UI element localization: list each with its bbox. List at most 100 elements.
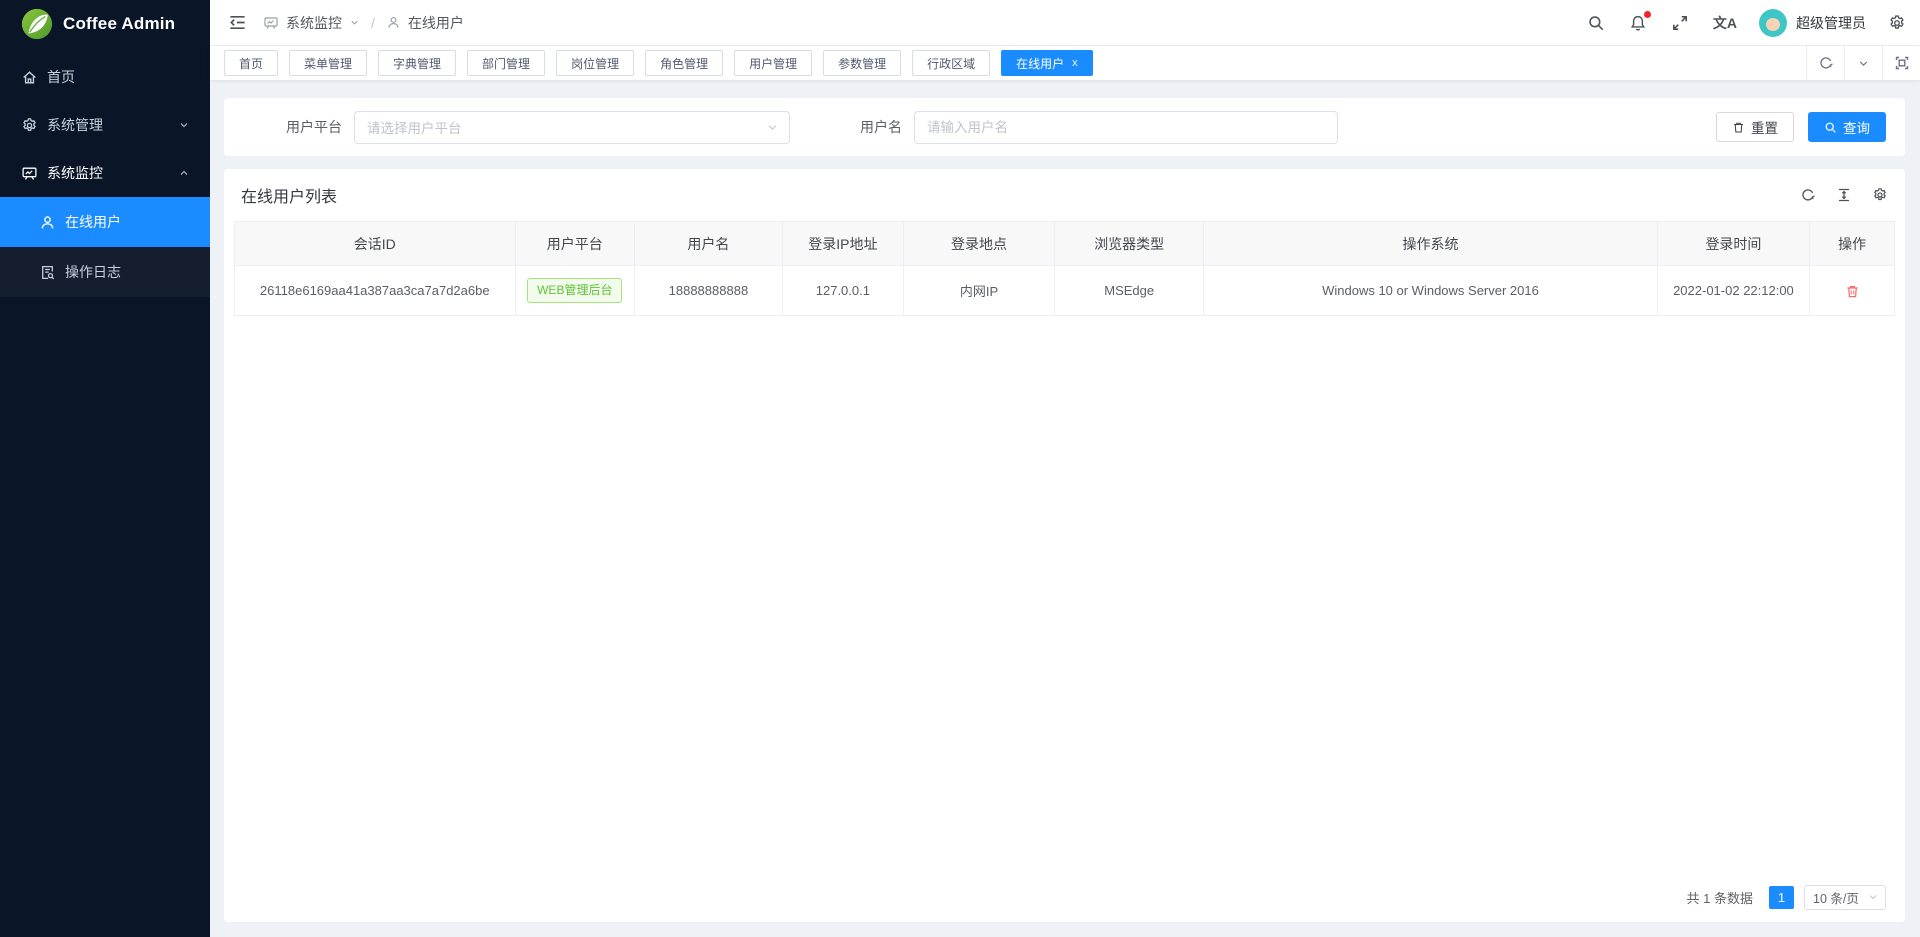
collapse-sidebar-icon[interactable] bbox=[228, 13, 247, 32]
sidebar-menu: 首页 系统管理 系统监控 bbox=[0, 48, 210, 297]
platform-select-placeholder: 请选择用户平台 bbox=[367, 117, 766, 137]
chevron-down-icon bbox=[178, 119, 190, 131]
chevron-down-icon[interactable] bbox=[1844, 46, 1882, 80]
table-row: 26118e6169aa41a387aa3ca7a7d2a6be WEB管理后台… bbox=[235, 266, 1895, 316]
platform-label: 用户平台 bbox=[286, 117, 342, 137]
content-fullscreen-icon[interactable] bbox=[1882, 46, 1920, 80]
sidebar-item-label: 操作日志 bbox=[65, 262, 121, 282]
tab-user-management[interactable]: 用户管理 bbox=[734, 50, 812, 76]
user-menu[interactable]: 超级管理员 bbox=[1759, 9, 1866, 37]
sidebar-item-operation-logs[interactable]: 操作日志 bbox=[0, 247, 210, 297]
translate-icon[interactable]: 文A bbox=[1713, 13, 1737, 33]
platform-tag: WEB管理后台 bbox=[527, 278, 622, 302]
username-label: 用户名 bbox=[860, 117, 902, 137]
col-location: 登录地点 bbox=[903, 222, 1054, 266]
refresh-icon[interactable] bbox=[1806, 46, 1844, 80]
delete-trash-icon[interactable] bbox=[1845, 284, 1860, 299]
sidebar-item-label: 首页 bbox=[47, 67, 75, 87]
column-settings-gear-icon[interactable] bbox=[1872, 187, 1888, 203]
tab-post-management[interactable]: 岗位管理 bbox=[556, 50, 634, 76]
refresh-icon[interactable] bbox=[1800, 187, 1816, 203]
col-username: 用户名 bbox=[635, 222, 783, 266]
settings-gear-icon[interactable] bbox=[1888, 14, 1906, 32]
topbar: 系统监控 / 在线用户 bbox=[210, 0, 1920, 46]
app-logo[interactable]: Coffee Admin bbox=[0, 0, 210, 48]
tab-online-users[interactable]: 在线用户 x bbox=[1001, 50, 1093, 76]
search-button[interactable]: 查询 bbox=[1808, 112, 1886, 142]
search-icon[interactable] bbox=[1587, 14, 1605, 32]
card-header: 在线用户列表 bbox=[224, 169, 1905, 221]
online-users-card: 在线用户列表 bbox=[224, 169, 1905, 922]
chevron-down-icon bbox=[1867, 891, 1879, 903]
user-icon bbox=[38, 213, 56, 231]
user-name: 超级管理员 bbox=[1796, 13, 1866, 33]
pagination-total: 共 1 条数据 bbox=[1687, 888, 1753, 907]
avatar[interactable] bbox=[1759, 9, 1787, 37]
tab-dept-management[interactable]: 部门管理 bbox=[467, 50, 545, 76]
pagination: 共 1 条数据 1 10 条/页 bbox=[224, 872, 1905, 922]
sidebar-item-system-monitor[interactable]: 系统监控 bbox=[0, 149, 210, 197]
col-ip: 登录IP地址 bbox=[782, 222, 903, 266]
card-title: 在线用户列表 bbox=[241, 183, 337, 207]
home-icon bbox=[20, 68, 38, 86]
leaf-logo-icon bbox=[21, 8, 53, 40]
tab-menu-management[interactable]: 菜单管理 bbox=[289, 50, 367, 76]
tabs-toolbar bbox=[1806, 46, 1920, 80]
col-browser: 浏览器类型 bbox=[1055, 222, 1204, 266]
cell-login-time: 2022-01-02 22:12:00 bbox=[1657, 266, 1810, 316]
tab-param-management[interactable]: 参数管理 bbox=[823, 50, 901, 76]
sidebar-item-system-management[interactable]: 系统管理 bbox=[0, 101, 210, 149]
cell-actions bbox=[1810, 266, 1895, 316]
page-size-value: 10 条/页 bbox=[1813, 888, 1859, 907]
cell-ip: 127.0.0.1 bbox=[782, 266, 903, 316]
tab-home[interactable]: 首页 bbox=[224, 50, 278, 76]
sidebar-item-home[interactable]: 首页 bbox=[0, 53, 210, 101]
col-login-time: 登录时间 bbox=[1657, 222, 1810, 266]
filter-panel: 用户平台 请选择用户平台 用户名 重置 bbox=[224, 98, 1905, 156]
sidebar-item-label: 系统监控 bbox=[47, 163, 103, 183]
app-title: Coffee Admin bbox=[63, 14, 175, 34]
row-height-icon[interactable] bbox=[1836, 187, 1852, 203]
platform-select[interactable]: 请选择用户平台 bbox=[354, 111, 790, 144]
content-area: 用户平台 请选择用户平台 用户名 重置 bbox=[210, 80, 1920, 937]
breadcrumb-separator: / bbox=[371, 15, 375, 31]
breadcrumb: 系统监控 / 在线用户 bbox=[263, 13, 464, 33]
cell-platform: WEB管理后台 bbox=[515, 266, 635, 316]
breadcrumb-item[interactable]: 系统监控 bbox=[286, 13, 342, 33]
sidebar-item-label: 在线用户 bbox=[65, 212, 121, 232]
main-area: 系统监控 / 在线用户 bbox=[210, 0, 1920, 937]
sidebar-item-online-users[interactable]: 在线用户 bbox=[0, 197, 210, 247]
cell-os: Windows 10 or Windows Server 2016 bbox=[1204, 266, 1657, 316]
tab-dict-management[interactable]: 字典管理 bbox=[378, 50, 456, 76]
col-platform: 用户平台 bbox=[515, 222, 635, 266]
tabs-bar: 首页 菜单管理 字典管理 部门管理 岗位管理 角色管理 用户管理 参数管理 行政… bbox=[210, 46, 1920, 80]
notification-bell-icon[interactable] bbox=[1629, 14, 1647, 32]
app-root: Coffee Admin 首页 系统管理 bbox=[0, 0, 1920, 937]
monitor-icon bbox=[20, 164, 38, 182]
chevron-up-icon bbox=[178, 167, 190, 179]
reset-button[interactable]: 重置 bbox=[1716, 112, 1794, 142]
tab-close-icon[interactable]: x bbox=[1072, 58, 1078, 69]
sidebar-submenu: 在线用户 操作日志 bbox=[0, 197, 210, 297]
page-size-select[interactable]: 10 条/页 bbox=[1804, 885, 1886, 910]
online-users-table: 会话ID 用户平台 用户名 登录IP地址 登录地点 浏览器类型 操作系统 登录时… bbox=[224, 221, 1905, 316]
chevron-down-icon[interactable] bbox=[349, 17, 360, 28]
table-header-row: 会话ID 用户平台 用户名 登录IP地址 登录地点 浏览器类型 操作系统 登录时… bbox=[235, 222, 1895, 266]
cell-session-id: 26118e6169aa41a387aa3ca7a7d2a6be bbox=[235, 266, 516, 316]
fullscreen-icon[interactable] bbox=[1671, 14, 1689, 32]
pagination-page-1[interactable]: 1 bbox=[1769, 886, 1794, 909]
username-input[interactable] bbox=[914, 111, 1338, 144]
user-icon bbox=[386, 15, 401, 30]
card-toolbar bbox=[1800, 187, 1888, 203]
gear-icon bbox=[20, 116, 38, 134]
notification-badge bbox=[1644, 11, 1651, 18]
cell-username: 18888888888 bbox=[635, 266, 783, 316]
tab-region[interactable]: 行政区域 bbox=[912, 50, 990, 76]
cell-browser: MSEdge bbox=[1055, 266, 1204, 316]
sidebar: Coffee Admin 首页 系统管理 bbox=[0, 0, 210, 937]
col-session-id: 会话ID bbox=[235, 222, 516, 266]
trash-icon bbox=[1732, 121, 1745, 134]
tab-role-management[interactable]: 角色管理 bbox=[645, 50, 723, 76]
topbar-actions: 文A 超级管理员 bbox=[1563, 9, 1906, 37]
sidebar-item-label: 系统管理 bbox=[47, 115, 103, 135]
